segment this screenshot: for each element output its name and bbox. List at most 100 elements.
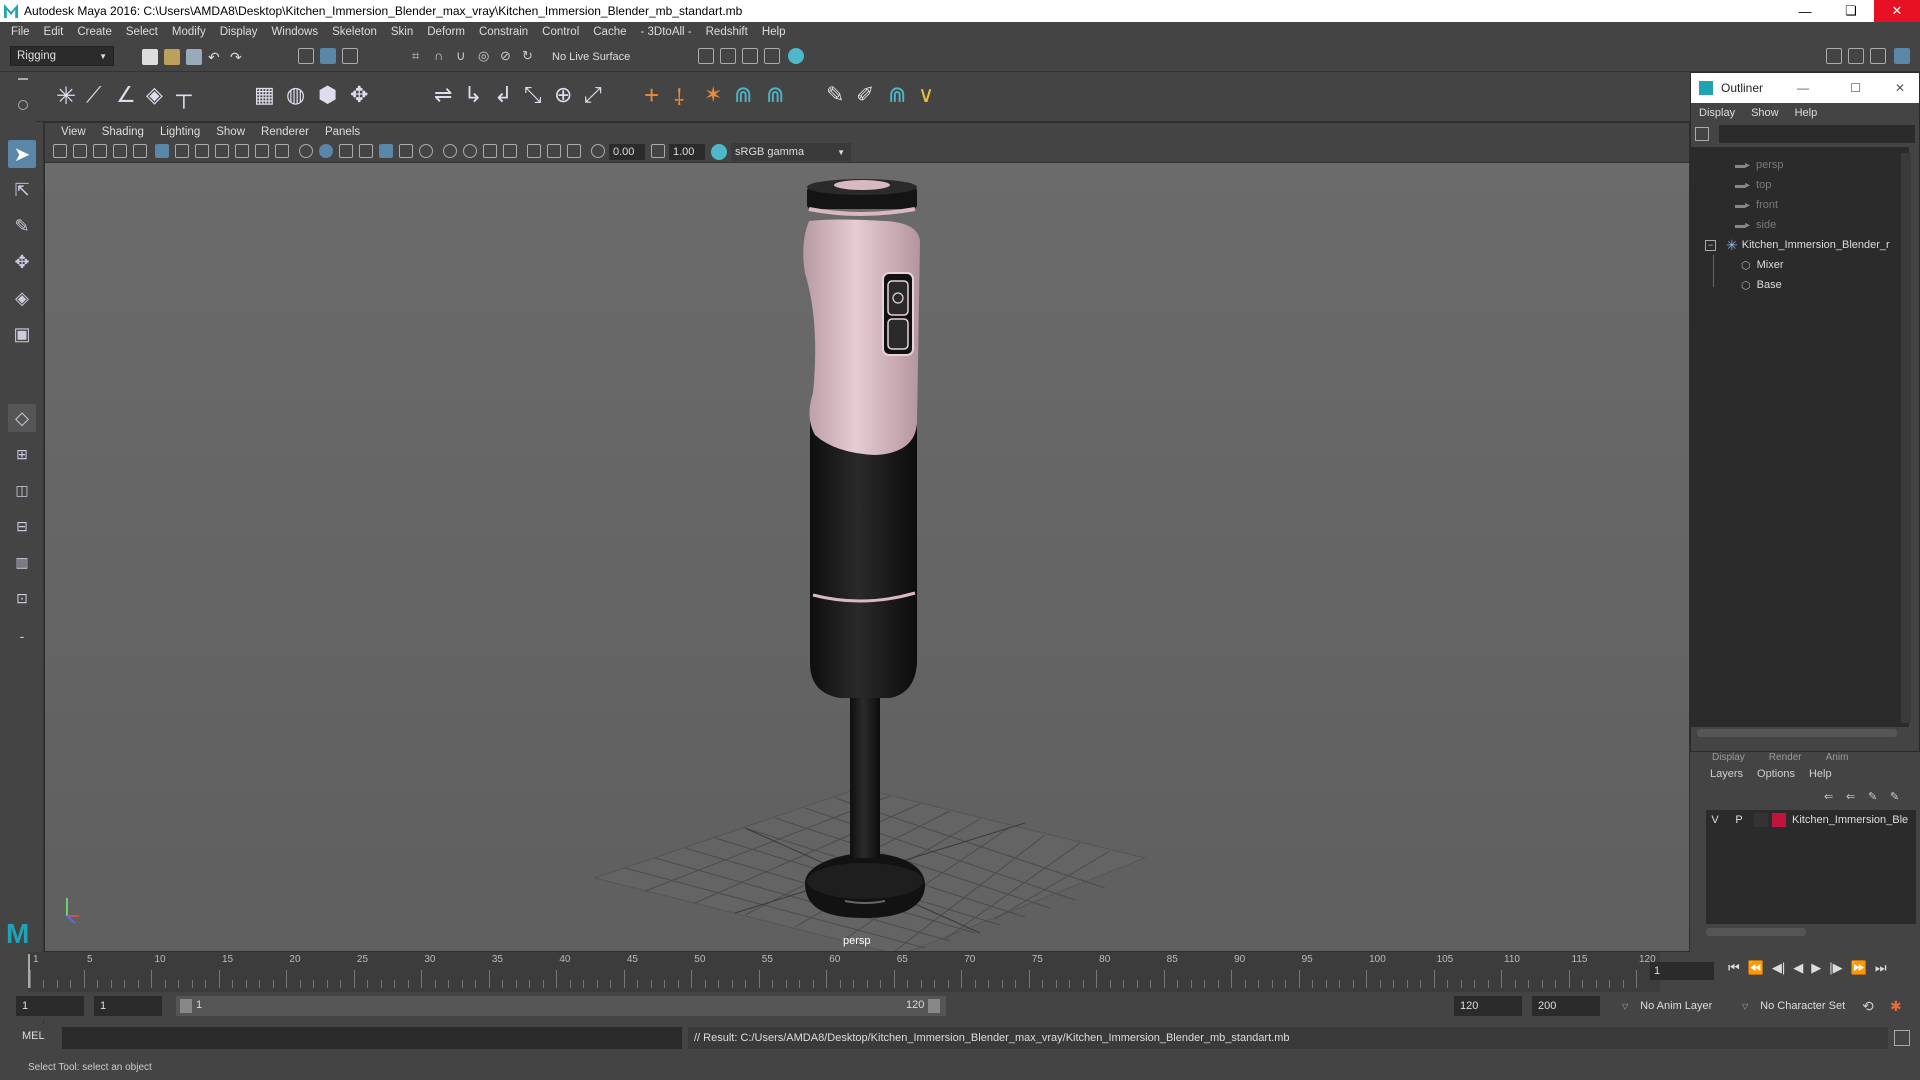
outliner-search-input[interactable] xyxy=(1719,125,1915,143)
modeling-toolkit-icon[interactable] xyxy=(1826,48,1842,64)
outliner-menu-display[interactable]: Display xyxy=(1699,107,1743,119)
use-all-lights-icon[interactable] xyxy=(379,144,393,158)
select-tool-icon[interactable]: ➤ xyxy=(8,140,36,168)
render-settings-icon[interactable] xyxy=(698,48,714,64)
snap-curve-icon[interactable]: ∩ xyxy=(434,48,450,64)
layer-name[interactable]: Kitchen_Immersion_Ble xyxy=(1792,814,1908,826)
move-tool-icon[interactable]: ✥ xyxy=(8,248,36,276)
restore-button[interactable]: ❏ xyxy=(1828,0,1874,22)
menu-display[interactable]: Display xyxy=(213,26,265,38)
outliner-item-top[interactable]: ▬▸ top xyxy=(1691,175,1901,195)
isolate-select-icon[interactable] xyxy=(503,144,517,158)
locator-icon[interactable]: + xyxy=(644,80,659,111)
menu-skin[interactable]: Skin xyxy=(384,26,420,38)
menu-cache[interactable]: Cache xyxy=(586,26,633,38)
command-input[interactable] xyxy=(62,1027,682,1049)
outliner-filter-icon[interactable] xyxy=(1695,127,1709,141)
play-backward-icon[interactable]: ◀ xyxy=(1793,960,1803,976)
menu-select[interactable]: Select xyxy=(119,26,165,38)
outliner-layout-icon[interactable]: ▥ xyxy=(8,548,36,576)
layout-more-icon[interactable]: - xyxy=(8,622,36,650)
scale-constraint-icon[interactable]: ⤡ xyxy=(524,82,542,108)
outliner-horizontal-scrollbar[interactable] xyxy=(1697,729,1897,737)
menu-file[interactable]: File xyxy=(4,26,37,38)
xray-joints-icon[interactable] xyxy=(567,144,581,158)
outliner-item-persp[interactable]: ▬▸ persp xyxy=(1691,155,1901,175)
animation-end-field[interactable]: 200 xyxy=(1532,996,1600,1016)
weight-brush-icon[interactable]: ✐ xyxy=(856,82,874,108)
step-forward-key-icon[interactable]: ⏩ xyxy=(1851,960,1867,976)
ik-handle-icon[interactable]: ⟋ xyxy=(86,82,101,108)
single-pane-layout-icon[interactable]: ◇ xyxy=(8,404,36,432)
lattice-icon[interactable]: ⬢ xyxy=(318,82,337,108)
graph-layout-icon[interactable]: ⊡ xyxy=(8,584,36,612)
channel-box-icon[interactable] xyxy=(1894,48,1910,64)
menu-edit[interactable]: Edit xyxy=(37,26,71,38)
snap-point-icon[interactable]: ∪ xyxy=(456,48,472,64)
minimize-button[interactable]: — xyxy=(1782,0,1828,22)
smooth-shade-icon[interactable] xyxy=(319,144,333,158)
gate-mask-icon[interactable] xyxy=(215,144,229,158)
paint-select-icon[interactable]: ✎ xyxy=(8,212,36,240)
bind-skin-icon[interactable]: ▦ xyxy=(254,82,275,108)
wireframe-icon[interactable] xyxy=(299,144,313,158)
outliner-item-group[interactable]: − ✳ Kitchen_Immersion_Blender_r xyxy=(1691,235,1901,255)
menu-control[interactable]: Control xyxy=(535,26,586,38)
character-icon[interactable]: ⋒ xyxy=(888,82,906,108)
gamma-icon[interactable] xyxy=(651,144,665,158)
select-component-icon[interactable] xyxy=(342,48,358,64)
human-ik-icon[interactable]: ⋒ xyxy=(734,82,752,108)
screen-space-ao-icon[interactable] xyxy=(419,144,433,158)
color-management-icon[interactable] xyxy=(711,144,727,160)
shelf-menu-icon[interactable] xyxy=(18,78,28,80)
orient-joint-icon[interactable]: ◈ xyxy=(146,82,163,108)
pole-vector-icon[interactable]: ⤢ xyxy=(584,82,602,108)
ik-spline-icon[interactable]: ∠ xyxy=(116,82,136,108)
bookmark-icon[interactable] xyxy=(93,144,107,158)
aim-constraint-icon[interactable]: ⊕ xyxy=(554,82,572,108)
step-forward-frame-icon[interactable]: |▶ xyxy=(1829,960,1842,976)
hypershade-icon[interactable] xyxy=(788,48,804,64)
open-scene-icon[interactable] xyxy=(164,49,180,65)
lasso-tool-icon[interactable]: ⇱ xyxy=(8,176,36,204)
layers-menu-options[interactable]: Options xyxy=(1757,768,1795,780)
maximize-icon[interactable]: ☐ xyxy=(1850,81,1861,95)
new-layer-icon[interactable]: ✎ xyxy=(1868,790,1877,803)
new-scene-icon[interactable] xyxy=(142,49,158,65)
parent-constraint-icon[interactable]: ⇌ xyxy=(434,82,452,108)
viewport-menu-lighting[interactable]: Lighting xyxy=(152,126,208,138)
playback-end-field[interactable]: 120 xyxy=(1454,996,1522,1016)
outliner-vertical-scrollbar[interactable] xyxy=(1901,153,1911,723)
render-view-icon[interactable] xyxy=(764,48,780,64)
range-handle-start[interactable] xyxy=(180,999,192,1013)
play-forward-icon[interactable]: ▶ xyxy=(1811,960,1821,976)
close-button[interactable]: ✕ xyxy=(1874,0,1920,22)
menu-redshift[interactable]: Redshift xyxy=(699,26,755,38)
stacked-layout-icon[interactable]: ⊟ xyxy=(8,512,36,540)
grid-toggle-icon[interactable] xyxy=(155,144,169,158)
go-to-end-icon[interactable]: ⏭ xyxy=(1875,960,1887,976)
auto-key-icon[interactable]: ⟲ xyxy=(1862,998,1874,1015)
anim-layer-dropdown[interactable]: ▽ No Anim Layer xyxy=(1622,996,1742,1016)
menu-help[interactable]: Help xyxy=(755,26,793,38)
layer-reference-toggle[interactable] xyxy=(1754,813,1768,827)
live-surface-field[interactable]: No Live Surface xyxy=(552,47,652,67)
move-layer-up-icon[interactable]: ⇐ xyxy=(1824,790,1833,803)
outliner-item-side[interactable]: ▬▸ side xyxy=(1691,215,1901,235)
close-button[interactable]: ✕ xyxy=(1895,81,1905,95)
mirror-joint-icon[interactable]: ┬ xyxy=(176,82,192,108)
menu-windows[interactable]: Windows xyxy=(264,26,325,38)
layer-visibility-toggle[interactable]: V xyxy=(1706,814,1724,826)
layer-horizontal-scrollbar[interactable] xyxy=(1706,928,1806,936)
set-driven-key-icon[interactable]: ✶ xyxy=(704,82,722,108)
paint-weights-icon[interactable]: ✎ xyxy=(826,82,844,108)
shelf-tabs-handle[interactable] xyxy=(0,72,36,122)
xray-active-icon[interactable] xyxy=(547,144,561,158)
four-pane-layout-icon[interactable]: ⊞ xyxy=(8,440,36,468)
menu-create[interactable]: Create xyxy=(70,26,119,38)
image-plane-icon[interactable] xyxy=(113,144,127,158)
layer-row[interactable]: V P Kitchen_Immersion_Ble xyxy=(1706,810,1916,830)
attribute-editor-icon[interactable] xyxy=(1848,48,1864,64)
scale-tool-icon[interactable]: ▣ xyxy=(8,320,36,348)
range-slider-bar[interactable]: 1 120 xyxy=(176,996,946,1016)
